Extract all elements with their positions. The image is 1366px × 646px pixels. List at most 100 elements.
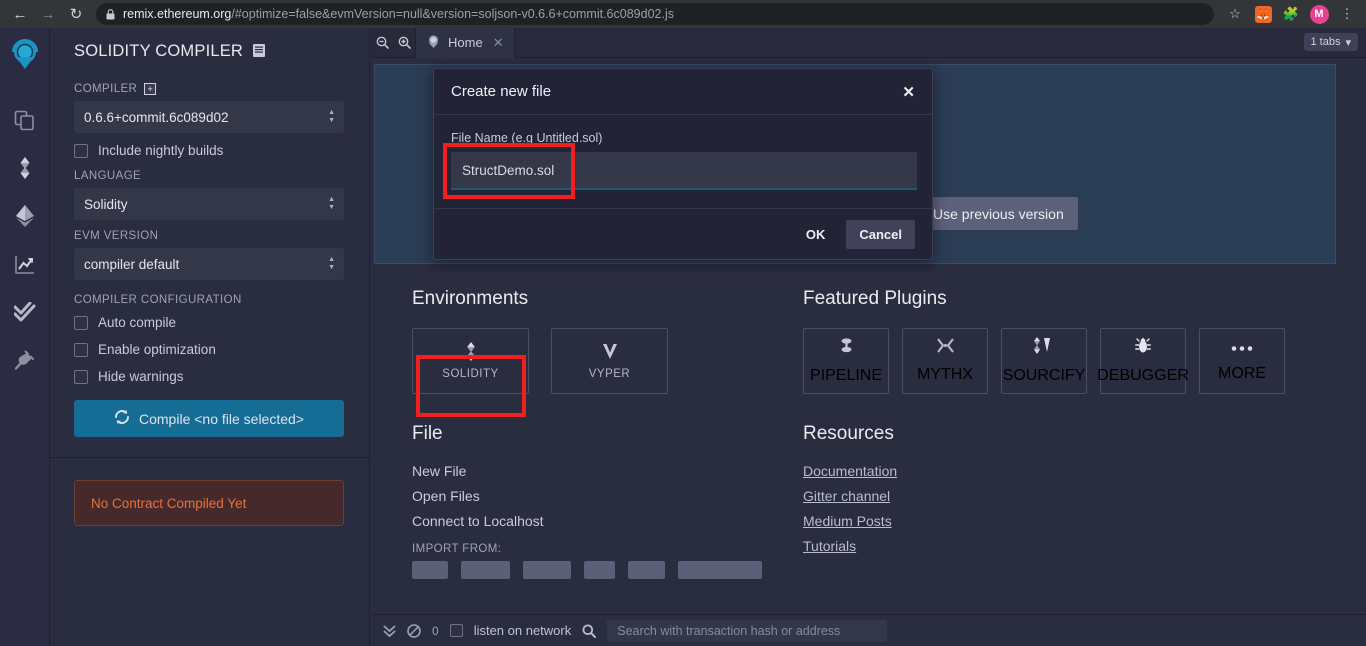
remix-logo-icon[interactable] xyxy=(5,34,45,74)
double-chevron-down-icon[interactable] xyxy=(383,624,396,638)
compiler-version-select[interactable]: 0.6.6+commit.6c089d02 ▲ ▼ xyxy=(74,101,344,133)
use-previous-version-button[interactable]: Use previous version xyxy=(919,197,1078,230)
resource-link-medium-posts[interactable]: Medium Posts xyxy=(803,513,1343,529)
file-item-open-files[interactable]: Open Files xyxy=(412,488,762,504)
resource-link-tutorials[interactable]: Tutorials xyxy=(803,538,1343,554)
sourcify-icon xyxy=(1031,337,1057,359)
plugin-card-sourcify[interactable]: SOURCIFY xyxy=(1001,328,1087,394)
panel-title-text: SOLIDITY COMPILER xyxy=(74,42,244,60)
panel-divider xyxy=(50,457,369,458)
compiler-configuration-label: COMPILER CONFIGURATION xyxy=(74,294,242,306)
import-button[interactable] xyxy=(583,561,615,579)
compiler-label-text: COMPILER xyxy=(74,83,138,95)
sidebar-item-deploy-run[interactable] xyxy=(7,192,43,240)
refresh-icon xyxy=(114,409,130,428)
evm-version-value: compiler default xyxy=(84,256,180,272)
hide-warnings-label: Hide warnings xyxy=(98,369,184,384)
auto-compile-checkbox[interactable]: Auto compile xyxy=(74,315,345,330)
import-button[interactable] xyxy=(678,561,762,579)
compile-status-message: No Contract Compiled Yet xyxy=(74,480,344,526)
listen-on-network-checkbox[interactable] xyxy=(449,624,463,637)
avatar[interactable]: M xyxy=(1306,1,1332,27)
import-button[interactable] xyxy=(412,561,448,579)
environment-card-vyper[interactable]: VYPER xyxy=(551,328,668,394)
enable-optimization-label: Enable optimization xyxy=(98,342,216,357)
sidebar-item-plugin-manager[interactable] xyxy=(7,336,43,384)
import-button[interactable] xyxy=(460,561,510,579)
tab-home[interactable]: Home ✕ xyxy=(415,27,515,58)
close-icon[interactable]: ✕ xyxy=(493,35,504,51)
import-button[interactable] xyxy=(522,561,571,579)
cancel-button[interactable]: Cancel xyxy=(846,219,915,249)
sidebar-item-file-explorers[interactable] xyxy=(7,96,43,144)
zoom-out-icon[interactable] xyxy=(371,28,393,58)
import-button[interactable] xyxy=(627,561,666,579)
kebab-menu-icon[interactable]: ⋮ xyxy=(1334,1,1360,27)
language-label: LANGUAGE xyxy=(74,170,345,182)
url-path: /#optimize=false&evmVersion=null&version… xyxy=(231,7,674,21)
include-nightly-builds-checkbox[interactable]: Include nightly builds xyxy=(74,143,345,158)
sidebar-item-static-analysis[interactable] xyxy=(7,240,43,288)
double-check-icon xyxy=(13,302,36,322)
file-item-new-file[interactable]: New File xyxy=(412,463,762,479)
address-bar[interactable]: remix.ethereum.org/#optimize=false&evmVe… xyxy=(96,3,1214,25)
book-doc-icon[interactable] xyxy=(252,43,266,61)
hide-warnings-checkbox[interactable]: Hide warnings xyxy=(74,369,345,384)
file-name-input[interactable] xyxy=(451,152,917,190)
evm-version-label-text: EVM VERSION xyxy=(74,230,159,242)
chevron-updown-icon: ▲ ▼ xyxy=(328,196,335,211)
file-section: File New File Open Files Connect to Loca… xyxy=(412,423,762,579)
plugin-card-mythx[interactable]: MYTHX xyxy=(902,328,988,394)
solidity-icon xyxy=(15,157,35,179)
search-icon[interactable] xyxy=(582,624,597,638)
tab-home-label: Home xyxy=(448,35,483,50)
checkbox-box xyxy=(74,315,88,330)
checkbox-box xyxy=(74,143,88,158)
plugin-card-pipeline[interactable]: PIPELINE xyxy=(803,328,889,394)
environments-section: Environments SOLIDITY VYPER xyxy=(412,288,762,394)
zoom-in-icon[interactable] xyxy=(393,28,415,58)
plugin-card-debugger[interactable]: DEBUGGER xyxy=(1097,328,1189,394)
language-select[interactable]: Solidity ▲ ▼ xyxy=(74,188,344,220)
environment-card-label: VYPER xyxy=(588,367,631,380)
file-heading: File xyxy=(412,423,443,444)
metamask-fox-icon[interactable]: 🦊 xyxy=(1250,1,1276,27)
compile-button-label: Compile <no file selected> xyxy=(139,410,304,427)
resources-section: Resources Documentation Gitter channel M… xyxy=(803,423,1343,563)
remix-home-icon xyxy=(426,34,441,52)
environment-card-solidity[interactable]: SOLIDITY xyxy=(412,328,529,394)
bug-icon xyxy=(1135,337,1151,359)
checkbox-box xyxy=(74,342,88,357)
page-title: SOLIDITY COMPILER xyxy=(74,42,345,61)
plugin-card-more[interactable]: MORE xyxy=(1199,328,1285,394)
compile-button[interactable]: Compile <no file selected> xyxy=(74,400,344,437)
environment-card-label: SOLIDITY xyxy=(442,367,499,380)
plugin-card-label: MYTHX xyxy=(917,366,973,383)
screenshot-root: ← → ↻ remix.ethereum.org/#optimize=false… xyxy=(0,0,1366,646)
sidebar-item-unit-testing[interactable] xyxy=(7,288,43,336)
tabs-count-dropdown[interactable]: 1 tabs ▾ xyxy=(1303,33,1358,51)
reload-icon[interactable]: ↻ xyxy=(62,0,90,28)
close-icon[interactable]: ✕ xyxy=(902,83,915,101)
no-entry-icon[interactable] xyxy=(407,623,421,638)
language-label-text: LANGUAGE xyxy=(74,170,142,182)
forward-arrow-icon[interactable]: → xyxy=(34,0,62,28)
sidebar-item-solidity-compiler[interactable] xyxy=(7,144,43,192)
evm-version-select[interactable]: compiler default ▲ ▼ xyxy=(74,248,344,280)
import-buttons-row xyxy=(412,561,762,579)
plus-box-icon[interactable]: + xyxy=(144,83,157,95)
back-arrow-icon[interactable]: ← xyxy=(6,0,34,28)
plugin-card-label: MORE xyxy=(1218,365,1266,382)
auto-compile-label: Auto compile xyxy=(98,315,177,330)
enable-optimization-checkbox[interactable]: Enable optimization xyxy=(74,342,345,357)
transaction-search-input[interactable]: Search with transaction hash or address xyxy=(607,619,888,642)
file-item-connect-to-localhost[interactable]: Connect to Localhost xyxy=(412,513,762,529)
mythx-icon xyxy=(936,338,954,358)
browser-actions: ☆ 🦊 🧩 M ⋮ xyxy=(1222,1,1360,27)
resource-link-documentation[interactable]: Documentation xyxy=(803,463,1343,479)
ok-button[interactable]: OK xyxy=(794,220,838,249)
puzzle-piece-icon[interactable]: 🧩 xyxy=(1278,1,1304,27)
modal-body: File Name (e.g Untitled.sol) xyxy=(434,115,932,209)
star-icon[interactable]: ☆ xyxy=(1222,1,1248,27)
resource-link-gitter-channel[interactable]: Gitter channel xyxy=(803,488,1343,504)
